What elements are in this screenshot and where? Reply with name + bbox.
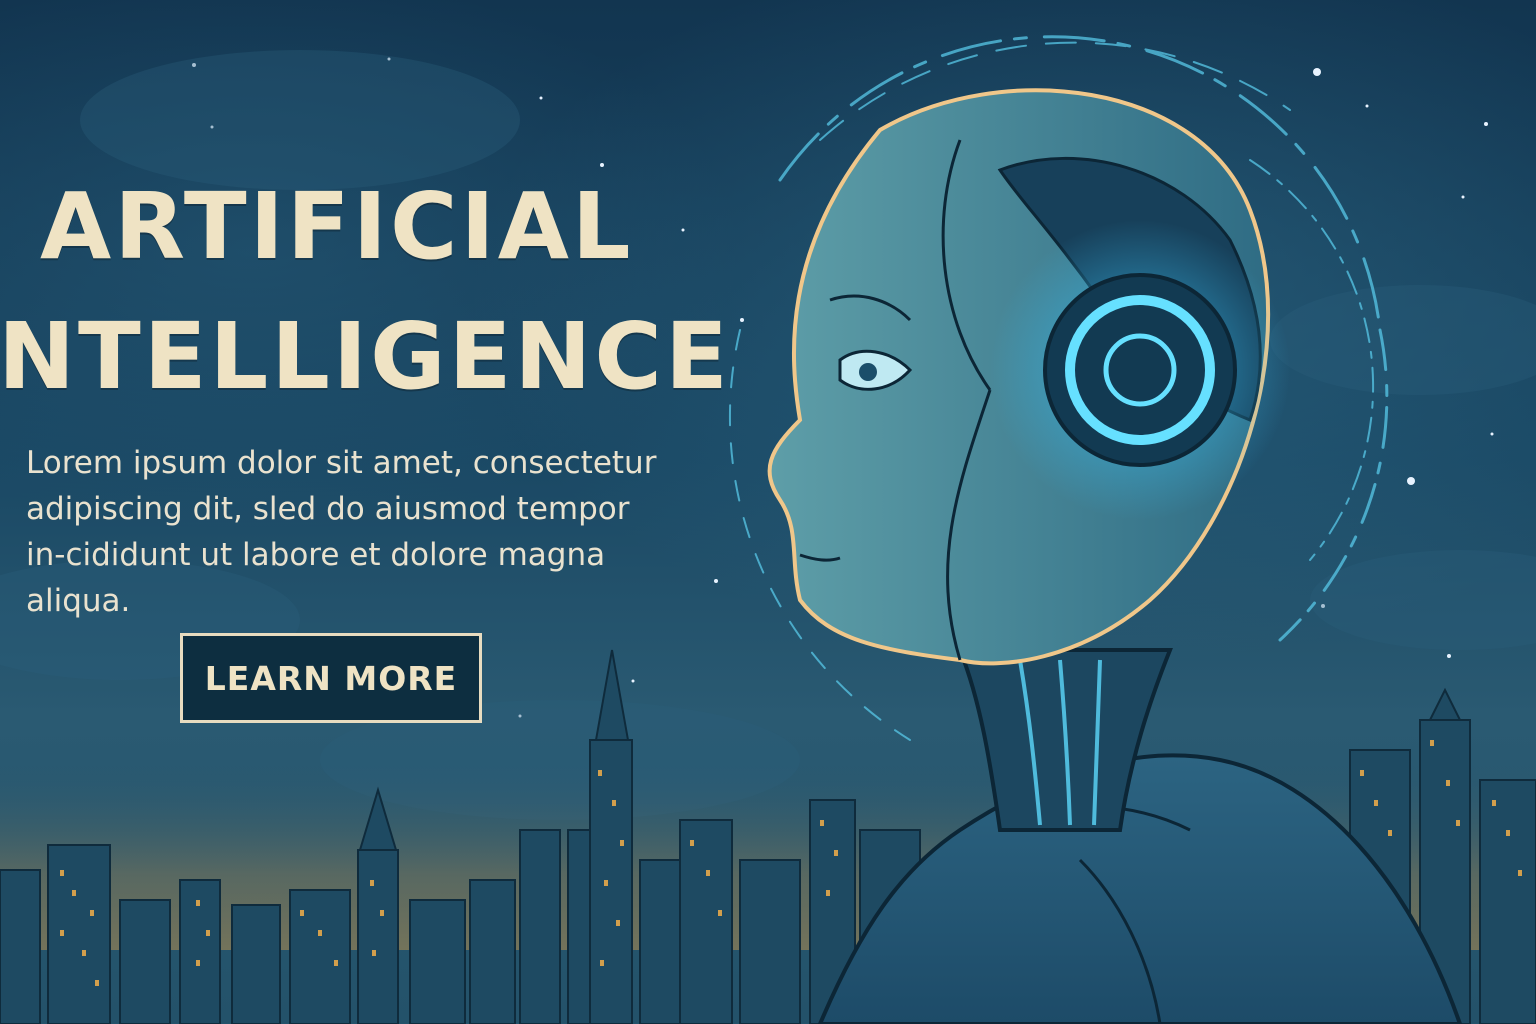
- hero-title-line-1: ARTIFICIAL: [40, 173, 634, 280]
- learn-more-button[interactable]: LEARN MORE: [180, 633, 482, 723]
- ear-module: [990, 220, 1290, 520]
- hero-banner: ARTIFICIAL NTELLIGENCE Lorem ipsum dolor…: [0, 0, 1536, 1024]
- hero-title-line-2: NTELLIGENCE: [0, 303, 731, 410]
- hero-description: Lorem ipsum dolor sit amet, consectetur …: [26, 445, 657, 619]
